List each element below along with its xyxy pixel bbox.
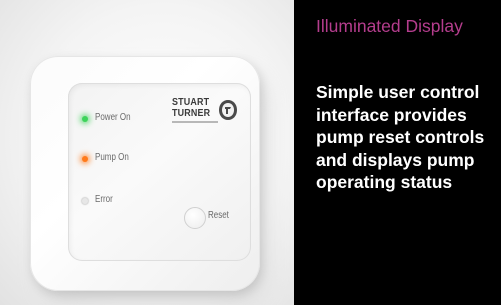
section-heading: Illuminated Display bbox=[316, 16, 463, 36]
error-led bbox=[82, 198, 88, 204]
power-led bbox=[82, 116, 88, 122]
power-on-label: Power On bbox=[95, 112, 131, 123]
pump-led bbox=[82, 156, 88, 162]
brand-name-line1: STUART bbox=[172, 96, 210, 108]
brand-name-line2: TURNER bbox=[172, 107, 211, 119]
product-photo: STUART TURNER Power On Pump On Error Res… bbox=[0, 0, 294, 305]
brand-underline bbox=[172, 121, 218, 123]
reset-label: Reset bbox=[208, 210, 229, 221]
reset-button[interactable] bbox=[184, 207, 206, 229]
error-label: Error bbox=[95, 194, 113, 205]
feature-description: Simple user control interface provides p… bbox=[316, 82, 485, 192]
brand-logo: STUART TURNER bbox=[172, 97, 244, 133]
brand-emblem-icon bbox=[219, 100, 237, 120]
pump-on-label: Pump On bbox=[95, 152, 129, 163]
